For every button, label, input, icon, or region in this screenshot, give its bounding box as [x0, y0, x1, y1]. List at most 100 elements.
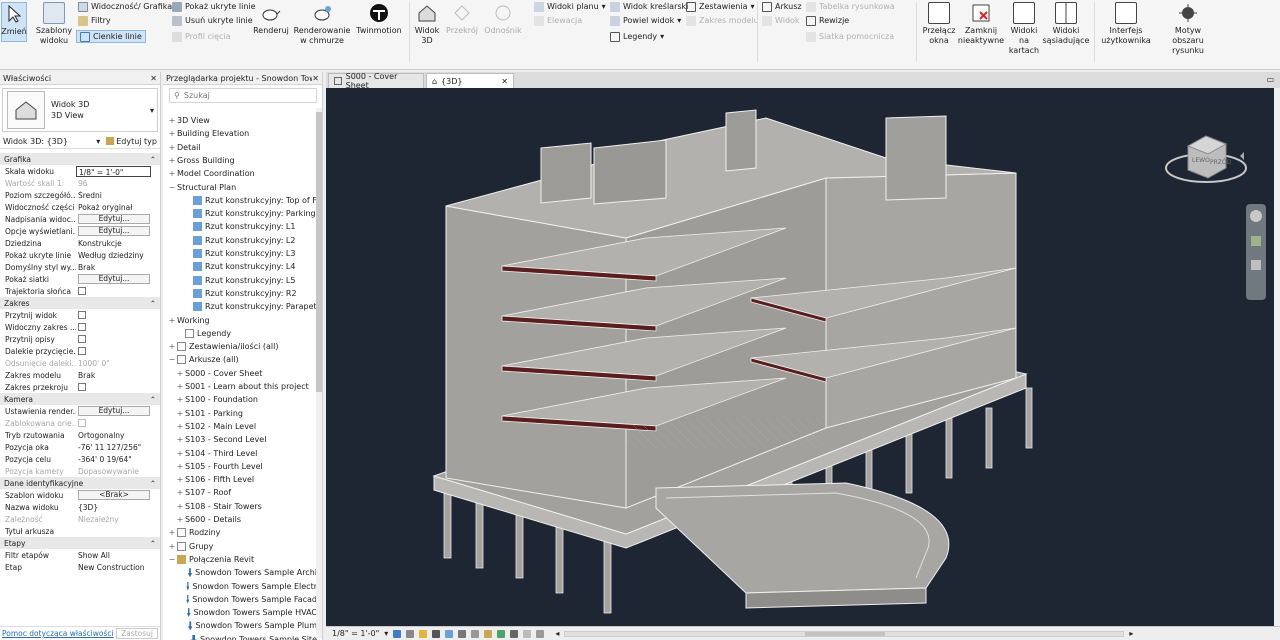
place-view-button[interactable]: Widok [762, 14, 800, 27]
orbit-arrow-icon[interactable] [1240, 152, 1244, 160]
plan-views-button[interactable]: Widoki planu ▾ [534, 0, 606, 13]
schedules-button[interactable]: Zestawienia ▾ [686, 0, 755, 13]
expand-icon[interactable]: + [175, 475, 185, 484]
horizontal-scroll-thumb[interactable] [805, 631, 886, 636]
switch-windows-button[interactable]: Przełącz okna [920, 2, 958, 46]
tree-item[interactable]: + Rodziny [167, 526, 317, 539]
view-name-field[interactable]: {3D} [76, 503, 160, 512]
hidden-lines-field[interactable]: Według dziedziny [76, 251, 160, 260]
tree-item[interactable]: Rzut konstrukcyjny: L2 [183, 234, 317, 247]
duplicate-view-button[interactable]: Powiel widok ▾ [610, 14, 681, 27]
section-phasing[interactable]: Etapy ⌃ [0, 537, 160, 549]
default-style-field[interactable]: Brak [76, 263, 160, 272]
tree-item[interactable]: + S001 - Learn about this project [175, 380, 317, 393]
expand-icon[interactable]: + [167, 116, 177, 125]
tree-item[interactable]: Rzut konstrukcyjny: L3 [183, 247, 317, 260]
scale-selector[interactable]: 1/8" = 1'-0" [332, 629, 379, 638]
sun-path-icon[interactable] [419, 629, 428, 638]
render-button[interactable]: Renderuj [252, 2, 290, 36]
scope-box-button[interactable]: Zakres modelu [686, 14, 759, 27]
vg-edit-button[interactable]: Edytuj... [78, 214, 150, 224]
collapse-icon[interactable]: − [167, 555, 177, 564]
phase-field[interactable]: New Construction [76, 563, 160, 572]
tree-item[interactable]: Rzut konstrukcyjny: L1 [183, 220, 317, 233]
visual-style-icon[interactable] [406, 629, 415, 638]
temp-hide-icon[interactable] [497, 629, 506, 638]
target-elevation-field[interactable]: -364' 0 19/64" [76, 455, 160, 464]
expand-icon[interactable]: + [167, 342, 177, 351]
expand-icon[interactable]: + [175, 502, 185, 511]
tree-item[interactable]: Snowdon Towers Sample Archi [183, 566, 317, 579]
eye-elevation-field[interactable]: -76' 11 127/256" [76, 443, 160, 452]
revisions-button[interactable]: Rewizje [806, 14, 849, 27]
tree-item[interactable]: + S103 - Second Level [175, 433, 317, 446]
scroll-right-icon[interactable]: ▸ [1129, 629, 1133, 638]
expand-icon[interactable]: + [167, 156, 177, 165]
browser-scrollbar[interactable] [316, 108, 322, 638]
projection-mode-field[interactable]: Ortogonalny [76, 431, 160, 440]
close-inactive-button[interactable]: Zamknij nieaktywne [958, 2, 1004, 46]
tree-item[interactable]: + Model Coordination [167, 167, 317, 180]
vg-button[interactable]: Widoczność/ Grafika [78, 0, 172, 13]
scale-field[interactable]: 1/8" = 1'-0" [76, 165, 151, 177]
section-graphics[interactable]: Grafika ⌃ [0, 153, 160, 165]
close-icon[interactable]: ✕ [501, 77, 508, 86]
section-extents[interactable]: Zakres ⌃ [0, 297, 160, 309]
elevation-button[interactable]: Elewacja [534, 14, 582, 27]
callout-button[interactable]: Odnośnik [482, 2, 524, 36]
expand-icon[interactable]: + [167, 528, 177, 537]
tree-item[interactable]: Snowdon Towers Sample Electr [183, 580, 317, 593]
view-templates-button[interactable]: Szablony widoku [34, 2, 74, 46]
expand-icon[interactable]: + [167, 316, 177, 325]
lock-view-icon[interactable] [484, 629, 493, 638]
discipline-field[interactable]: Konstrukcje [76, 239, 160, 248]
zoom-fit-icon[interactable] [1251, 260, 1261, 270]
tree-item[interactable]: Snowdon Towers Sample Facad [183, 593, 317, 606]
crop-view-checkbox[interactable] [78, 311, 86, 319]
cube-left-face[interactable]: LEWO [1192, 157, 1210, 164]
tree-item[interactable]: − Arkusze (all) [167, 353, 317, 366]
constraints-icon[interactable] [536, 629, 545, 638]
expand-icon[interactable]: + [167, 542, 177, 551]
expand-icon[interactable]: + [167, 129, 177, 138]
edit-type-button[interactable]: Edytuj typ [106, 137, 157, 146]
tree-item[interactable]: − Structural Plan [167, 181, 317, 194]
tree-item[interactable]: + S100 - Foundation [175, 393, 317, 406]
scroll-left-icon[interactable]: ◂ [555, 629, 559, 638]
browser-search[interactable]: ⚲ [169, 88, 317, 103]
browser-scroll-thumb[interactable] [316, 112, 322, 392]
title-block-button[interactable]: Tabelka rysunkowa [806, 0, 895, 13]
tree-item[interactable]: Snowdon Towers Sample Plum [183, 619, 317, 632]
tab-cover-sheet[interactable]: S000 - Cover Sheet [328, 72, 424, 90]
apply-button[interactable]: Zastosuj [116, 628, 158, 639]
tab-menu-icon[interactable]: ▭ [1266, 75, 1274, 84]
render-settings-edit-button[interactable]: Edytuj... [78, 406, 150, 416]
drafting-view-button[interactable]: Widok kreślarski [610, 0, 688, 13]
tree-item[interactable]: − Połączenia Revit [167, 553, 317, 566]
grid-edit-button[interactable]: Edytuj... [78, 274, 150, 284]
expand-icon[interactable]: + [175, 382, 185, 391]
crop-visible-checkbox[interactable] [78, 323, 86, 331]
tree-item[interactable]: + Gross Building [167, 154, 317, 167]
background-theme-button[interactable]: Motyw obszaru rysunku [1156, 2, 1220, 56]
expand-icon[interactable]: + [175, 449, 185, 458]
expand-icon[interactable]: + [175, 369, 185, 378]
shadows-icon[interactable] [432, 629, 441, 638]
expand-icon[interactable]: + [175, 395, 185, 404]
legends-button[interactable]: Legendy ▾ [610, 30, 664, 43]
expand-icon[interactable]: + [175, 409, 185, 418]
type-selector[interactable]: Widok 3D 3D View ▾ [2, 88, 158, 132]
tree-item[interactable]: Rzut konstrukcyjny: Top of F [183, 194, 317, 207]
tree-item[interactable]: Rzut konstrukcyjny: R2 [183, 287, 317, 300]
steering-wheel-icon[interactable] [1250, 210, 1262, 222]
filters-button[interactable]: Filtry [78, 14, 111, 27]
building-model-3d[interactable]: LEWO PRZÓD [326, 88, 1274, 626]
tree-item[interactable]: + S104 - Third Level [175, 447, 317, 460]
render-dialog-icon[interactable] [445, 629, 454, 638]
sun-path-checkbox[interactable] [78, 287, 86, 295]
annotation-crop-checkbox[interactable] [78, 335, 86, 343]
cloud-render-button[interactable]: Renderowanie w chmurze [294, 2, 350, 46]
instance-selector[interactable]: Widok 3D: {3D} ▾ Edytuj typ [0, 134, 160, 149]
expand-icon[interactable]: + [175, 422, 185, 431]
scope-box-field[interactable]: Brak [76, 371, 160, 380]
